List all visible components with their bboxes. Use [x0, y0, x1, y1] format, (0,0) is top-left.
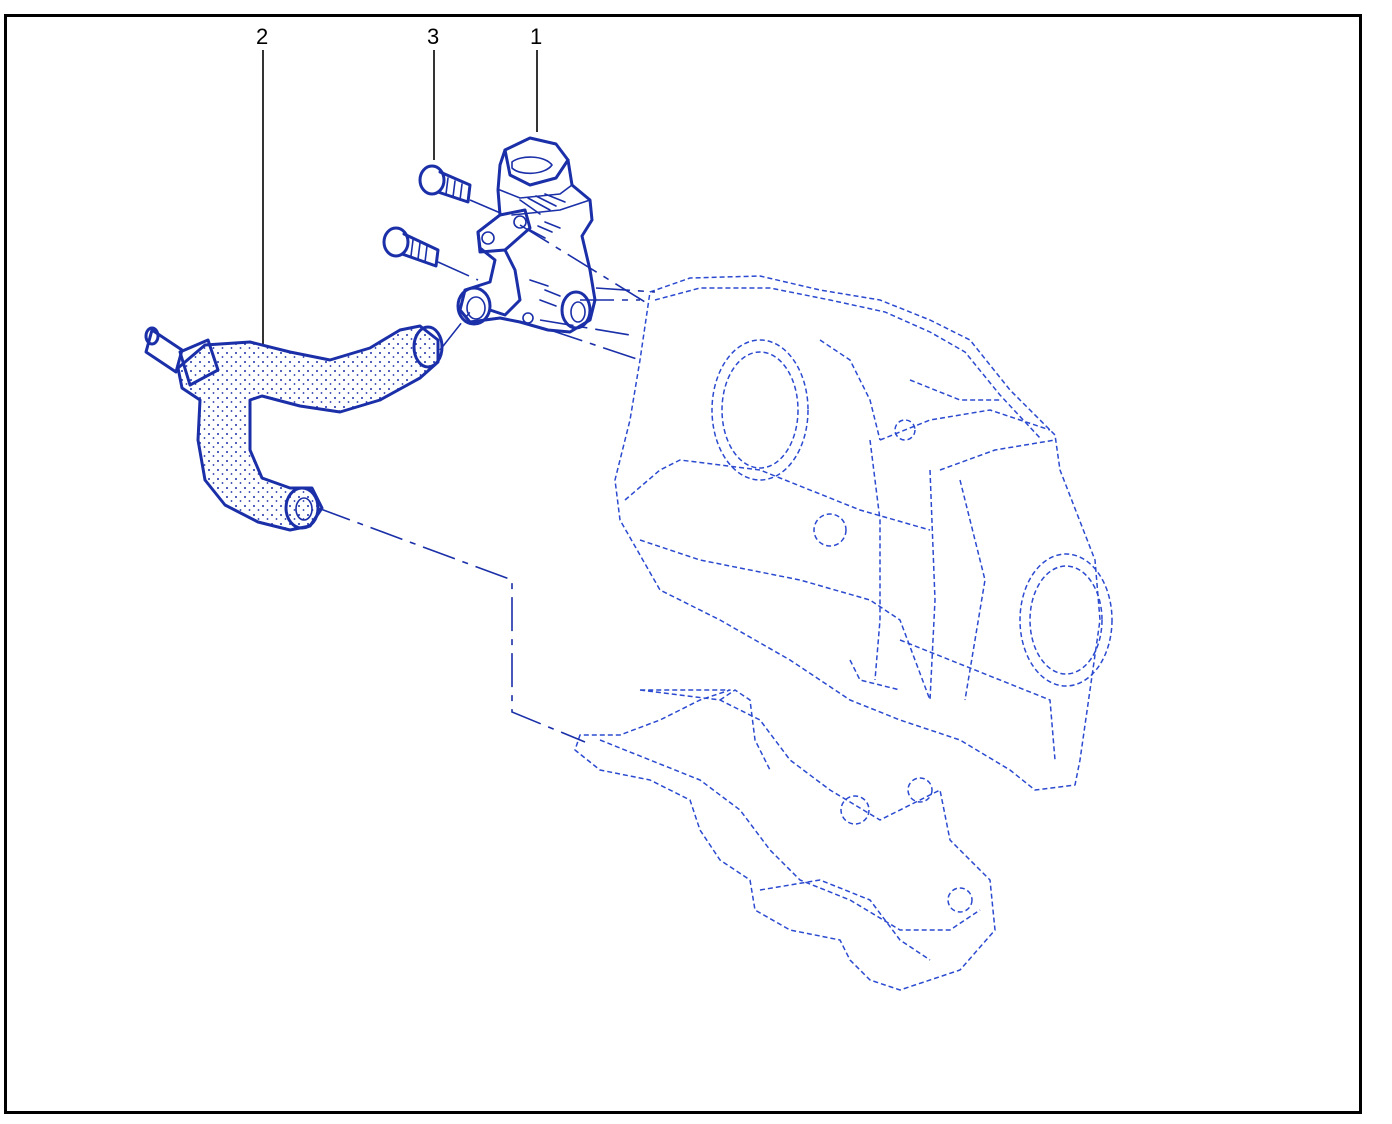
valve-part-1 [456, 136, 597, 334]
exploded-parts-diagram: 1 2 3 [144, 24, 1113, 991]
assembly-lines [317, 199, 656, 743]
engine-block-ghost [574, 275, 1113, 991]
bolt-lower [382, 226, 440, 268]
callout-2-number: 2 [256, 24, 268, 49]
hose-part-2 [144, 324, 444, 532]
bolt-upper [418, 164, 472, 204]
callout-1-number: 1 [530, 24, 542, 49]
callout-3-number: 3 [427, 24, 439, 49]
